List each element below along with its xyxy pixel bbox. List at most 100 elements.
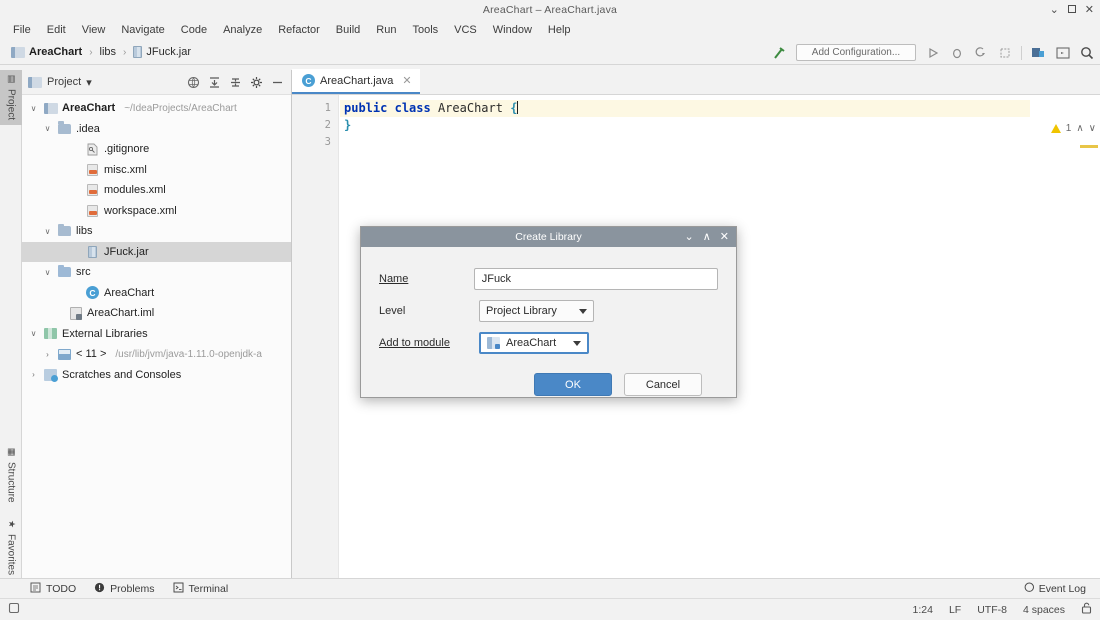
menu-item-vcs[interactable]: VCS [447, 22, 484, 38]
cancel-button[interactable]: Cancel [624, 373, 702, 396]
tree-node-misc-xml[interactable]: misc.xml [22, 160, 291, 181]
tree-node-libs-folder[interactable]: ∨ libs [22, 221, 291, 242]
tree-node-label: modules.xml [104, 184, 166, 197]
text-caret [517, 101, 519, 114]
tree-node-areachart-class[interactable]: C AreaChart [22, 283, 291, 304]
chevron-down-icon[interactable]: ∨ [42, 227, 53, 236]
menu-item-edit[interactable]: Edit [40, 22, 73, 38]
level-dropdown[interactable]: Project Library [479, 300, 594, 322]
collapse-all-icon[interactable] [206, 74, 222, 90]
tree-node-areachart-iml[interactable]: AreaChart.iml [22, 303, 291, 324]
tree-node-gitignore[interactable]: .gitignore [22, 139, 291, 160]
terminal-icon[interactable] [1055, 45, 1070, 60]
tree-node-external-libraries[interactable]: ∨ External Libraries [22, 324, 291, 345]
sidebar-item-project[interactable]: ▤ Project [0, 70, 22, 126]
memory-indicator-icon[interactable] [8, 602, 20, 617]
tree-node-jdk[interactable]: › < 11 > /usr/lib/jvm/java-1.11.0-openjd… [22, 344, 291, 365]
chevron-down-icon[interactable]: ∨ [28, 104, 39, 113]
chevron-right-icon[interactable]: › [28, 370, 39, 379]
tree-node-jfuck-jar[interactable]: JFuck.jar [22, 241, 291, 262]
dialog-title-bar: Create Library ⌄ ∧ ✕ [361, 227, 736, 247]
line-separator[interactable]: LF [949, 604, 961, 616]
close-icon[interactable]: ✕ [402, 74, 411, 87]
previous-problem-icon[interactable]: ∧ [1076, 123, 1083, 134]
maximize-icon[interactable]: ∧ [703, 231, 711, 243]
bottom-tab-terminal[interactable]: Terminal [173, 582, 228, 596]
chevron-right-icon[interactable]: › [42, 350, 53, 359]
marker-scrollbar[interactable] [1086, 95, 1100, 580]
run-icon[interactable] [925, 45, 940, 60]
debug-icon[interactable] [949, 45, 964, 60]
chevron-down-icon[interactable]: ∨ [28, 329, 39, 338]
run-with-coverage-icon[interactable] [973, 45, 988, 60]
menu-item-run[interactable]: Run [369, 22, 403, 38]
external-libraries-icon [43, 326, 58, 341]
chevron-down-icon [579, 308, 587, 314]
dialog-body: Name JFuck Level Project Library Add to … [361, 247, 736, 396]
menu-item-file[interactable]: File [6, 22, 38, 38]
tree-node-modules-xml[interactable]: modules.xml [22, 180, 291, 201]
menu-item-window[interactable]: Window [486, 22, 539, 38]
run-configuration-selector[interactable]: Add Configuration... [796, 44, 916, 61]
build-hammer-icon[interactable] [772, 45, 787, 60]
bottom-tab-label: TODO [46, 582, 77, 595]
dialog-window-controls: ⌄ ∧ ✕ [685, 227, 730, 247]
library-name-input[interactable]: JFuck [473, 268, 718, 290]
search-everywhere-icon[interactable] [1079, 45, 1094, 60]
menu-item-view[interactable]: View [75, 22, 113, 38]
maximize-icon[interactable] [1067, 4, 1076, 16]
minimize-icon[interactable]: ⌄ [1050, 4, 1059, 16]
locate-icon[interactable] [185, 74, 201, 90]
menu-item-code[interactable]: Code [174, 22, 214, 38]
source-folder-icon [57, 264, 72, 280]
git-update-icon[interactable] [1031, 45, 1046, 60]
file-encoding[interactable]: UTF-8 [977, 604, 1007, 616]
expand-all-icon[interactable] [227, 74, 243, 90]
lock-icon[interactable] [1081, 602, 1092, 617]
tree-node-src-folder[interactable]: ∨ src [22, 262, 291, 283]
hide-panel-icon[interactable] [269, 74, 285, 90]
breadcrumb-item-project[interactable]: AreaChart [8, 45, 85, 59]
profiler-icon[interactable] [997, 45, 1012, 60]
tree-node-label: External Libraries [62, 327, 148, 340]
sidebar-item-favorites[interactable]: ★ Favorites [0, 515, 22, 580]
next-problem-icon[interactable]: ∨ [1089, 123, 1096, 134]
tree-node-areachart-root[interactable]: ∨ AreaChart ~/IdeaProjects/AreaChart [22, 98, 291, 119]
caret-position[interactable]: 1:24 [913, 604, 933, 616]
close-icon[interactable]: ✕ [1085, 4, 1094, 16]
tree-node-scratches-consoles[interactable]: › Scratches and Consoles [22, 365, 291, 386]
chevron-down-icon[interactable]: ∨ [42, 268, 53, 277]
breadcrumb-item-jar[interactable]: JFuck.jar [130, 45, 194, 59]
chevron-down-icon[interactable]: ∨ [42, 124, 53, 133]
tree-node-label: workspace.xml [104, 204, 177, 217]
chevron-down-icon[interactable]: ▾ [86, 76, 92, 89]
editor-tab-areachart-java[interactable]: C AreaChart.java ✕ [292, 69, 420, 94]
project-root-icon [11, 46, 25, 58]
toolbar-divider [1021, 45, 1022, 60]
minimize-icon[interactable]: ⌄ [685, 231, 694, 243]
menu-item-tools[interactable]: Tools [405, 22, 445, 38]
ok-button[interactable]: OK [534, 373, 612, 396]
line-number-gutter: 1 2 3 [292, 95, 339, 580]
bottom-tab-todo[interactable]: TODO [30, 582, 76, 596]
menu-item-refactor[interactable]: Refactor [271, 22, 327, 38]
window-controls: ⌄ ✕ [1050, 0, 1094, 20]
bottom-tab-problems[interactable]: Problems [94, 582, 155, 596]
sidebar-item-structure[interactable]: ▦ Structure [0, 443, 22, 508]
add-to-module-dropdown[interactable]: AreaChart [479, 332, 589, 354]
inspection-widget[interactable]: 1 ∧ ∨ [1050, 123, 1096, 134]
menu-item-navigate[interactable]: Navigate [114, 22, 171, 38]
menu-item-build[interactable]: Build [329, 22, 367, 38]
breadcrumb-item-libs[interactable]: libs [97, 45, 120, 59]
warning-marker-stripe [1080, 145, 1098, 148]
event-log-button[interactable]: Event Log [1024, 581, 1100, 596]
close-icon[interactable]: ✕ [720, 231, 729, 243]
menu-item-analyze[interactable]: Analyze [216, 22, 269, 38]
field-row-name: Name JFuck [379, 263, 718, 295]
settings-gear-icon[interactable] [248, 74, 264, 90]
tree-node-workspace-xml[interactable]: workspace.xml [22, 201, 291, 222]
menu-item-help[interactable]: Help [541, 22, 578, 38]
indent-setting[interactable]: 4 spaces [1023, 604, 1065, 616]
xml-file-icon [85, 203, 100, 218]
tree-node-idea-folder[interactable]: ∨ .idea [22, 119, 291, 140]
